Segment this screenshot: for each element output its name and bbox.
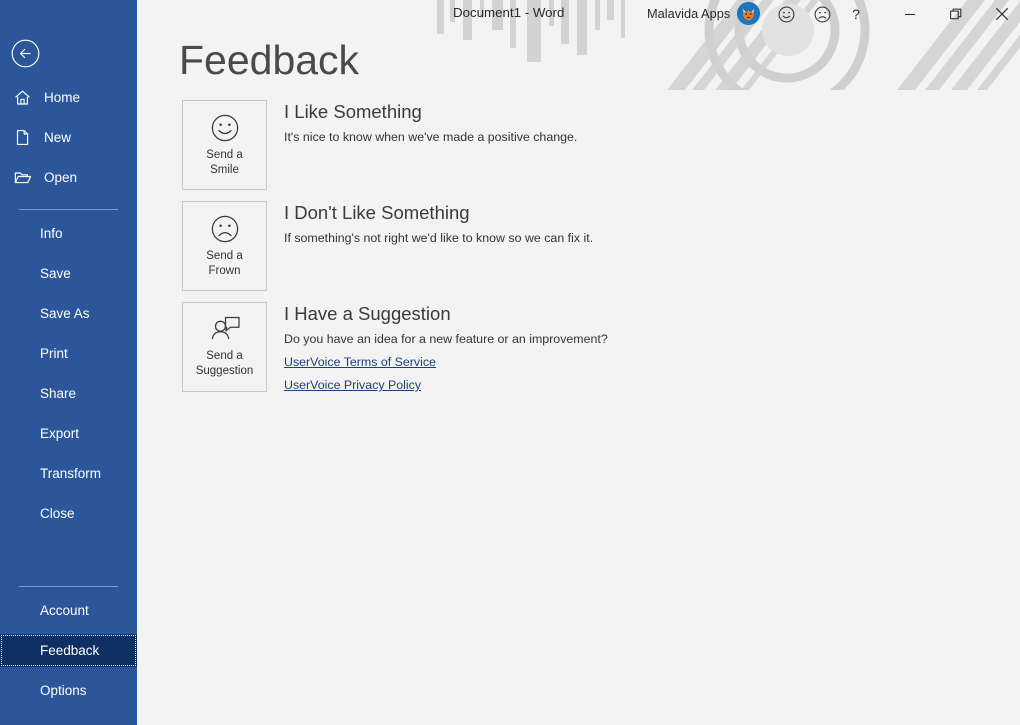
- feedback-text-suggestion: I Have a Suggestion Do you have an idea …: [284, 302, 608, 392]
- uservoice-privacy-policy-link[interactable]: UserVoice Privacy Policy: [284, 378, 608, 392]
- sidebar-item-label: Options: [40, 683, 87, 698]
- section-description: It's nice to know when we've made a posi…: [284, 130, 578, 144]
- button-label-line2: Suggestion: [195, 364, 254, 377]
- send-a-frown-icon[interactable]: [811, 3, 833, 25]
- sidebar-item-label: Open: [44, 170, 78, 185]
- sidebar-item-export[interactable]: Export: [0, 417, 137, 450]
- open-folder-icon: [14, 169, 40, 186]
- sidebar-item-label: Save As: [40, 306, 90, 321]
- sidebar-item-label: Print: [40, 346, 68, 361]
- sidebar-item-share[interactable]: Share: [0, 377, 137, 410]
- frown-face-icon: [211, 215, 238, 242]
- word-backstage-window: Document1 - Word Malavida Apps ? Home Ne…: [0, 0, 1020, 725]
- sidebar-item-print[interactable]: Print: [0, 337, 137, 370]
- section-heading: I Have a Suggestion: [284, 303, 451, 324]
- sidebar-item-label: Save: [40, 266, 71, 281]
- button-label-line2: Smile: [210, 163, 239, 176]
- document-title: Document1 - Word: [453, 5, 565, 20]
- sidebar-item-close[interactable]: Close: [0, 497, 137, 530]
- feedback-text-like: I Like Something It's nice to know when …: [284, 100, 577, 144]
- sidebar-item-label: Info: [40, 226, 63, 241]
- person-speech-bubble-icon: [211, 316, 240, 339]
- sidebar-item-label: New: [44, 130, 72, 145]
- send-a-frown-label: Send a Frown: [206, 249, 242, 279]
- send-a-smile-button[interactable]: Send a Smile: [182, 100, 267, 190]
- sidebar-item-account[interactable]: Account: [0, 594, 137, 627]
- sidebar-item-home[interactable]: Home: [0, 81, 137, 114]
- sidebar-item-label: Account: [40, 603, 89, 618]
- help-label: ?: [852, 6, 860, 22]
- section-heading: I Like Something: [284, 101, 422, 122]
- account-name[interactable]: Malavida Apps: [647, 6, 730, 21]
- avatar-fox-icon: [737, 2, 760, 25]
- send-a-suggestion-label: Send a Suggestion: [196, 349, 254, 379]
- button-label-line1: Send a: [206, 249, 243, 262]
- minimize-icon: [905, 13, 915, 16]
- section-description: If something's not right we'd like to kn…: [284, 231, 594, 245]
- sidebar-item-label: Export: [40, 426, 80, 441]
- sidebar-item-save[interactable]: Save: [0, 257, 137, 290]
- restore-button[interactable]: [933, 0, 979, 28]
- sidebar-item-label: Home: [44, 90, 81, 105]
- restore-icon: [949, 8, 961, 19]
- uservoice-terms-of-service-link[interactable]: UserVoice Terms of Service: [284, 355, 608, 369]
- sidebar-item-label: Feedback: [40, 643, 100, 658]
- sidebar-item-info[interactable]: Info: [0, 217, 137, 250]
- sidebar-item-label: Share: [40, 386, 77, 401]
- feedback-page: Feedback Send a Smile I Like Something I…: [137, 28, 1020, 725]
- sidebar-item-transform[interactable]: Transform: [0, 457, 137, 490]
- home-icon: [14, 89, 40, 106]
- sidebar-item-open[interactable]: Open: [0, 161, 137, 194]
- minimize-button[interactable]: [887, 0, 933, 28]
- feedback-text-dislike: I Don't Like Something If something's no…: [284, 201, 593, 245]
- sidebar-item-options[interactable]: Options: [0, 674, 137, 707]
- section-description: Do you have an idea for a new feature or…: [284, 332, 608, 346]
- send-a-suggestion-button[interactable]: Send a Suggestion: [182, 302, 267, 392]
- sidebar-divider-top: [19, 209, 118, 210]
- button-label-line1: Send a: [206, 148, 243, 161]
- send-a-frown-button[interactable]: Send a Frown: [182, 201, 267, 291]
- title-bar: Document1 - Word Malavida Apps ?: [137, 0, 1020, 90]
- section-heading: I Don't Like Something: [284, 202, 470, 223]
- user-avatar[interactable]: [737, 2, 760, 25]
- smile-face-icon: [211, 114, 238, 141]
- close-icon: [995, 7, 1009, 21]
- button-label-line2: Frown: [208, 264, 241, 277]
- send-a-smile-icon[interactable]: [775, 3, 797, 25]
- back-arrow-icon: [11, 39, 40, 68]
- send-a-smile-label: Send a Smile: [206, 148, 242, 178]
- sidebar-item-feedback[interactable]: Feedback: [0, 634, 137, 667]
- new-document-icon: [14, 129, 40, 146]
- back-button[interactable]: [11, 39, 40, 68]
- sidebar-item-save-as[interactable]: Save As: [0, 297, 137, 330]
- help-button[interactable]: ?: [837, 0, 875, 28]
- close-button[interactable]: [979, 0, 1020, 28]
- button-label-line1: Send a: [206, 349, 243, 362]
- sidebar-divider-bottom: [19, 586, 118, 587]
- sidebar-item-label: Close: [40, 506, 75, 521]
- sidebar-item-new[interactable]: New: [0, 121, 137, 154]
- sidebar-item-label: Transform: [40, 466, 102, 481]
- backstage-sidebar: Home New Open Info Save Save As Print Sh…: [0, 0, 137, 725]
